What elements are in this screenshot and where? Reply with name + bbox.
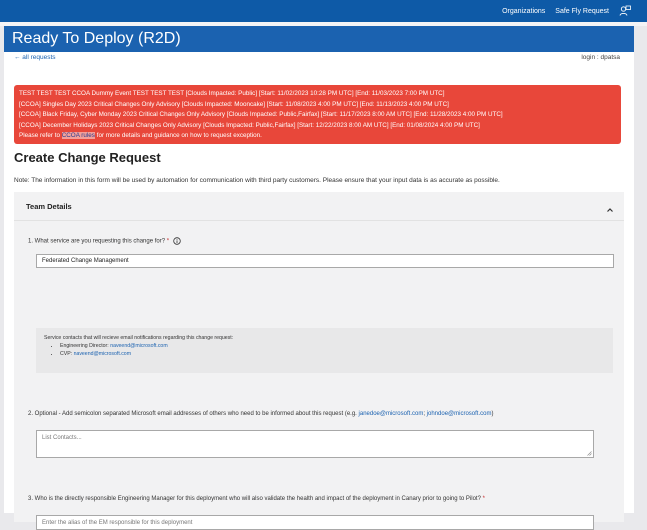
- example-email-link[interactable]: janedoe@microsoft.com: [359, 411, 424, 417]
- resize-handle-icon[interactable]: [587, 451, 592, 456]
- chevron-up-icon[interactable]: [606, 201, 614, 212]
- contact-role: CVP:: [60, 351, 73, 357]
- question-2-text: 2. Optional - Add semicolon separated Mi…: [28, 411, 357, 417]
- engineering-manager-input[interactable]: Enter the alias of the EM responsible fo…: [36, 515, 594, 530]
- question-1-text: 1. What service are you requesting this …: [28, 238, 166, 245]
- user-feedback-icon[interactable]: [619, 5, 631, 17]
- app-title: Ready To Deploy (R2D): [12, 30, 181, 47]
- advisory-line: [CCOA] Black Friday, Cyber Monday 2023 C…: [19, 111, 503, 118]
- advisory-line: [CCOA] Singles Day 2023 Critical Changes…: [19, 100, 449, 108]
- top-nav-bar: Organizations Safe Fly Request: [0, 0, 647, 22]
- separator: ;: [423, 411, 425, 417]
- label-suffix: ): [491, 411, 494, 417]
- organizations-link[interactable]: Organizations: [502, 8, 545, 15]
- advisory-footer: Please refer to CCOA rules for more deta…: [19, 131, 616, 142]
- ccoa-rules-link[interactable]: CCOA rules: [61, 132, 95, 139]
- app-title-bar: Ready To Deploy (R2D): [4, 26, 634, 52]
- advisory-line: [CCOA] December Holidays 2023 Critical C…: [19, 121, 480, 129]
- contact-role: Engineering Director:: [60, 343, 109, 349]
- service-input[interactable]: Federated Change Management: [36, 254, 614, 268]
- safe-fly-request-link[interactable]: Safe Fly Request: [555, 8, 609, 15]
- team-details-section: Team Details 1. What service are you req…: [14, 192, 624, 530]
- form-note: Note: The information in this form will …: [14, 177, 500, 184]
- service-contacts-list: Engineering Director: naveend@microsoft.…: [44, 342, 605, 358]
- contacts-placeholder: List Contacts...: [42, 435, 82, 441]
- list-item: CVP: naveend@microsoft.com: [60, 350, 605, 358]
- required-marker: *: [482, 496, 485, 502]
- contact-email-link[interactable]: naveend@microsoft.com: [74, 351, 131, 357]
- ccoa-advisory-banner: TEST TEST TEST CCOA Dummy Event TEST TES…: [14, 85, 621, 144]
- all-requests-link[interactable]: ← all requests: [14, 54, 56, 61]
- contacts-textarea[interactable]: List Contacts...: [36, 430, 594, 458]
- top-nav-links: Organizations Safe Fly Request: [502, 0, 631, 22]
- list-item: Engineering Director: naveend@microsoft.…: [60, 342, 605, 350]
- question-2-label: 2. Optional - Add semicolon separated Mi…: [28, 411, 493, 417]
- required-marker: *: [166, 238, 170, 245]
- example-email-link[interactable]: johndoe@microsoft.com: [427, 411, 492, 417]
- section-title: Team Details: [26, 202, 72, 211]
- advisory-footer-prefix: Please refer to: [19, 132, 60, 139]
- question-1-label: 1. What service are you requesting this …: [28, 237, 181, 245]
- question-3-text: 3. Who is the directly responsible Engin…: [28, 496, 481, 502]
- service-contacts-panel: Service contacts that will recieve email…: [36, 328, 613, 373]
- info-icon[interactable]: [173, 237, 181, 245]
- contact-email-link[interactable]: naveend@microsoft.com: [110, 343, 167, 349]
- main-content: ← all requests login : dpatsa TEST TEST …: [4, 52, 634, 530]
- login-status: login : dpatsa: [581, 54, 620, 61]
- advisory-footer-suffix: for more details and guidance on how to …: [96, 132, 262, 139]
- team-details-header[interactable]: Team Details: [14, 192, 624, 221]
- question-3-label: 3. Who is the directly responsible Engin…: [28, 496, 485, 502]
- service-contacts-intro: Service contacts that will recieve email…: [44, 335, 234, 341]
- advisory-line: TEST TEST TEST CCOA Dummy Event TEST TES…: [19, 90, 445, 97]
- page-title: Create Change Request: [14, 150, 161, 165]
